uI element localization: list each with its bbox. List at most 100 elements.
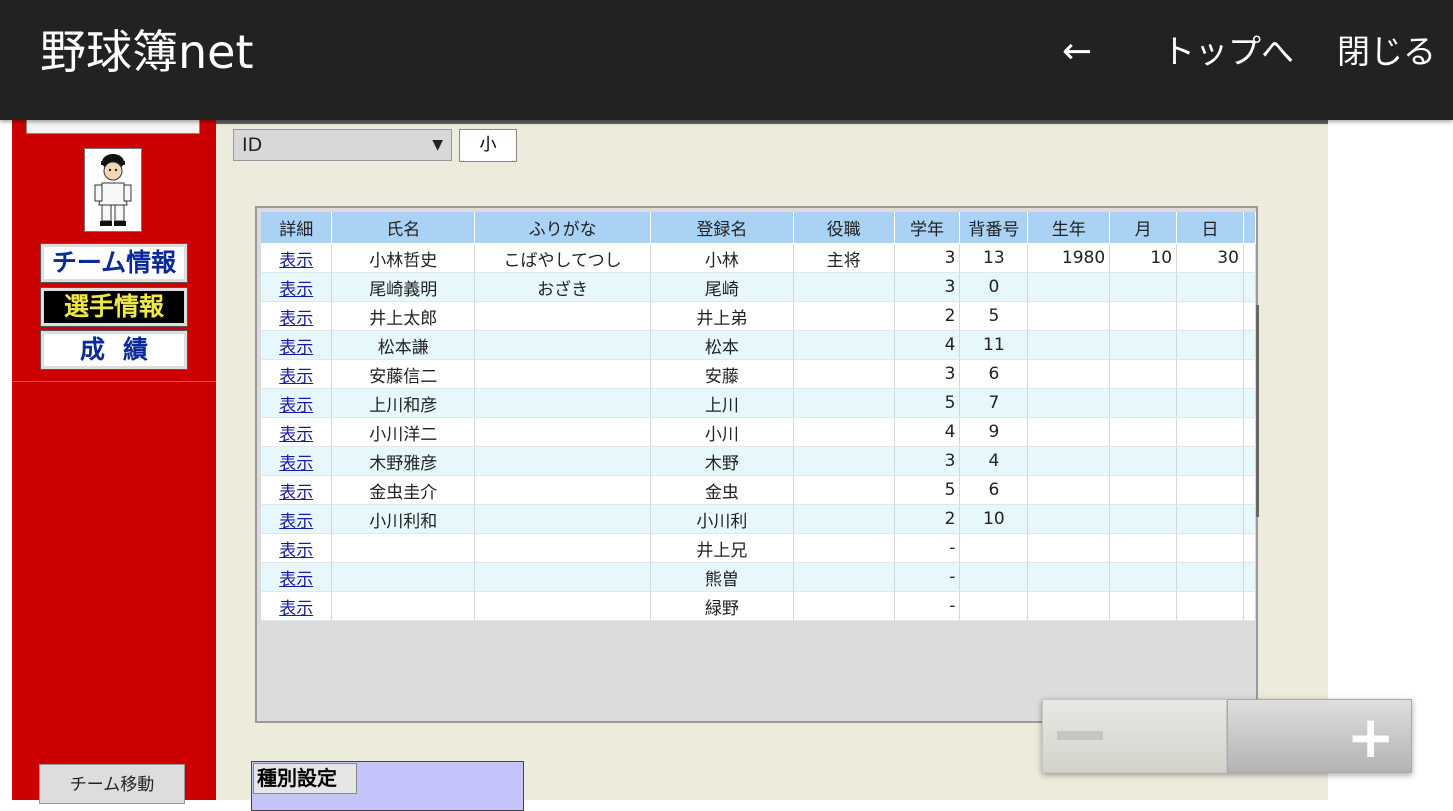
cell-detail-link[interactable]: 表示 [261, 243, 333, 273]
cell-spacer [1243, 359, 1257, 389]
menu-score-button[interactable]: 成績 [40, 330, 188, 370]
col-header-furigana[interactable]: ふりがな [474, 212, 652, 244]
cell-detail-link[interactable]: 表示 [261, 330, 333, 360]
cell-uniform-number [959, 591, 1029, 621]
close-link[interactable]: 閉じる [1337, 30, 1436, 74]
to-top-link[interactable]: トップへ [1162, 30, 1294, 74]
cell-birth-year [1027, 272, 1111, 302]
col-header-registered-name[interactable]: 登録名 [650, 212, 794, 244]
cell-registered-name: 小林 [650, 243, 794, 273]
cell-name: 小川利和 [331, 504, 476, 534]
back-arrow-icon[interactable]: ← [1062, 30, 1092, 74]
cell-detail-link[interactable]: 表示 [261, 504, 333, 534]
col-header-uniform-number[interactable]: 背番号 [959, 212, 1029, 244]
cell-spacer [1243, 446, 1257, 476]
sidebar: チーム情報 選手情報 成績 チーム移動 [12, 108, 216, 804]
cell-birth-year [1027, 504, 1111, 534]
zoom-out-button[interactable] [1042, 699, 1227, 773]
cell-detail-link[interactable]: 表示 [261, 533, 333, 563]
cell-role [793, 475, 895, 505]
cell-detail-link[interactable]: 表示 [261, 388, 333, 418]
cell-spacer [1243, 504, 1257, 534]
cell-grade: 3 [894, 243, 961, 273]
zoom-in-button[interactable]: + [1227, 699, 1412, 773]
table-row: 表示 上川和彦 上川 5 7 [261, 388, 1257, 418]
cell-role [793, 562, 895, 592]
cell-grade: - [894, 562, 961, 592]
cell-furigana: おざき [474, 272, 652, 302]
cell-name: 木野雅彦 [331, 446, 476, 476]
cell-registered-name: 上川 [650, 388, 794, 418]
table-row: 表示 井上兄 - [261, 533, 1257, 563]
table-row: 表示 井上太郎 井上弟 2 5 [261, 301, 1257, 331]
table-row: 表示 小川洋二 小川 4 9 [261, 417, 1257, 447]
cell-role [793, 533, 895, 563]
type-settings-label: 種別設定 [253, 763, 357, 794]
table-scrollbar[interactable] [1256, 305, 1259, 517]
cell-grade: 2 [894, 504, 961, 534]
cell-detail-link[interactable]: 表示 [261, 417, 333, 447]
cell-grade: 4 [894, 417, 961, 447]
cell-role: 主将 [793, 243, 895, 273]
cell-birth-month [1109, 475, 1178, 505]
cell-spacer [1243, 301, 1257, 331]
table-row: 表示 尾崎義明 おざき 尾崎 3 0 [261, 272, 1257, 302]
menu-team-info-button[interactable]: チーム情報 [40, 243, 188, 283]
table-row: 表示 金虫圭介 金虫 5 6 [261, 475, 1257, 505]
table-row: 表示 松本謙 松本 4 11 [261, 330, 1257, 360]
cell-uniform-number [959, 533, 1029, 563]
cell-role [793, 359, 895, 389]
right-margin [1328, 118, 1453, 800]
cell-uniform-number [959, 562, 1029, 592]
cell-spacer [1243, 562, 1257, 592]
cell-furigana [474, 417, 652, 447]
menu-player-info-button[interactable]: 選手情報 [40, 287, 188, 327]
col-header-detail[interactable]: 詳細 [261, 212, 333, 244]
cell-role [793, 504, 895, 534]
col-header-name[interactable]: 氏名 [331, 212, 476, 244]
cell-detail-link[interactable]: 表示 [261, 359, 333, 389]
cell-birth-month [1109, 417, 1178, 447]
cell-detail-link[interactable]: 表示 [261, 475, 333, 505]
cell-detail-link[interactable]: 表示 [261, 562, 333, 592]
cell-registered-name: 安藤 [650, 359, 794, 389]
col-header-grade[interactable]: 学年 [894, 212, 961, 244]
size-small-button[interactable]: 小 [459, 129, 517, 162]
cell-spacer [1243, 591, 1257, 621]
col-header-birth-year[interactable]: 生年 [1027, 212, 1111, 244]
cell-registered-name: 小川 [650, 417, 794, 447]
cell-name [331, 591, 476, 621]
cell-furigana [474, 446, 652, 476]
cell-registered-name: 木野 [650, 446, 794, 476]
cell-detail-link[interactable]: 表示 [261, 591, 333, 621]
cell-detail-link[interactable]: 表示 [261, 301, 333, 331]
cell-birth-month [1109, 591, 1178, 621]
sort-select-value: ID [242, 134, 263, 156]
cell-birth-year [1027, 359, 1111, 389]
cell-name: 松本謙 [331, 330, 476, 360]
cell-detail-link[interactable]: 表示 [261, 272, 333, 302]
cell-uniform-number: 9 [959, 417, 1029, 447]
cell-birth-day [1176, 388, 1244, 418]
app-bar: 野球簿net ← トップへ 閉じる [0, 0, 1453, 120]
sidebar-divider [12, 381, 216, 382]
sort-select[interactable]: ID ▼ [233, 129, 452, 161]
team-move-button[interactable]: チーム移動 [39, 764, 185, 804]
cell-detail-link[interactable]: 表示 [261, 446, 333, 476]
dropdown-arrow-icon: ▼ [432, 137, 443, 153]
cell-birth-day: 30 [1176, 243, 1244, 273]
cell-name: 尾崎義明 [331, 272, 476, 302]
cell-grade: 2 [894, 301, 961, 331]
cell-furigana [474, 330, 652, 360]
zoom-controls: + [1042, 699, 1412, 773]
table-row: 表示 熊曽 - [261, 562, 1257, 592]
col-header-birth-day[interactable]: 日 [1176, 212, 1244, 244]
app-title: 野球簿net [40, 25, 254, 79]
cell-registered-name: 井上弟 [650, 301, 794, 331]
cell-birth-day [1176, 446, 1244, 476]
col-header-role[interactable]: 役職 [793, 212, 895, 244]
cell-name: 上川和彦 [331, 388, 476, 418]
cell-role [793, 272, 895, 302]
col-header-birth-month[interactable]: 月 [1109, 212, 1178, 244]
cell-name: 小林哲史 [331, 243, 476, 273]
